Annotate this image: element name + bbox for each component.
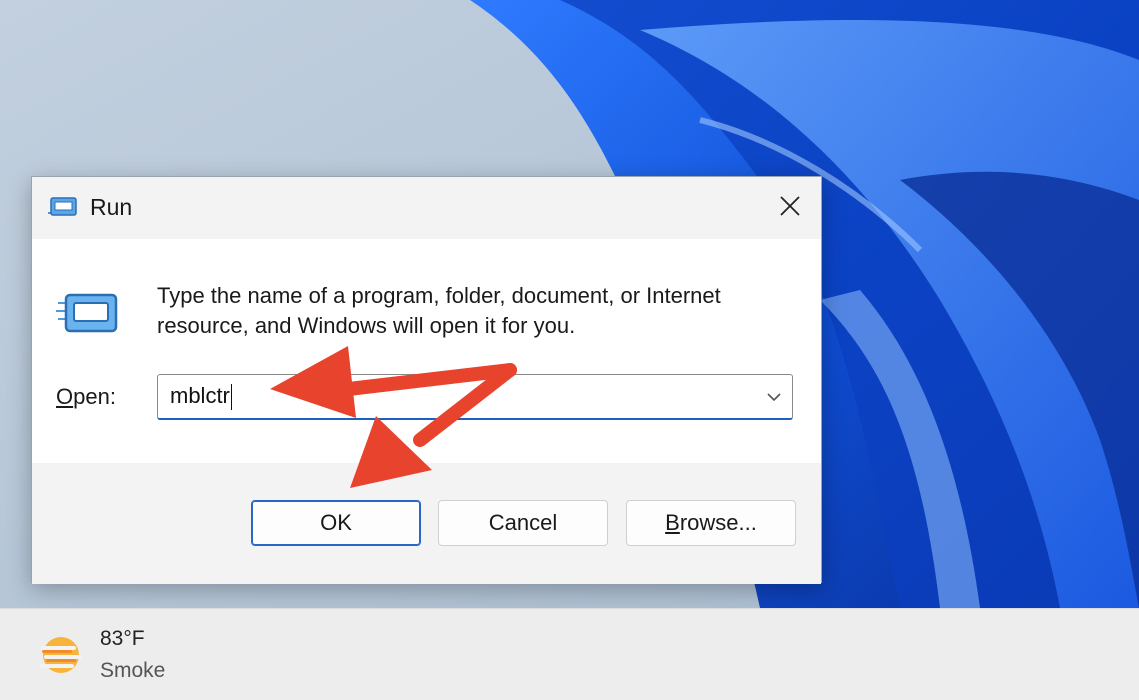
run-app-icon (48, 197, 77, 216)
run-large-icon (56, 293, 118, 333)
run-dialog: Run Type the name of a program, folder, … (31, 176, 822, 584)
open-label-accelerator: O (56, 384, 74, 409)
dialog-footer: OK Cancel Browse... (32, 463, 821, 584)
smoke-weather-icon[interactable] (38, 633, 84, 679)
text-caret (230, 384, 232, 411)
close-icon (780, 196, 800, 216)
open-input-value: mblctr (170, 383, 230, 408)
weather-temperature[interactable]: 83°F (100, 627, 145, 651)
dialog-content: Type the name of a program, folder, docu… (32, 239, 821, 463)
browse-button-label: rowse... (679, 510, 757, 535)
cancel-button[interactable]: Cancel (438, 500, 608, 546)
open-input[interactable]: mblctr (170, 383, 232, 411)
weather-condition[interactable]: Smoke (100, 659, 165, 683)
dialog-description: Type the name of a program, folder, docu… (157, 283, 721, 338)
chevron-down-icon[interactable] (764, 387, 784, 407)
open-label-text: pen: (73, 384, 116, 409)
dialog-title: Run (90, 194, 133, 220)
ok-button-label: OK (320, 510, 352, 535)
ok-button[interactable]: OK (251, 500, 421, 546)
title-bar[interactable]: Run (32, 177, 821, 239)
taskbar: 83°F Smoke (0, 608, 1139, 700)
close-button[interactable] (759, 177, 821, 235)
cancel-button-label: Cancel (488, 510, 558, 535)
browse-accelerator: B (665, 510, 680, 535)
open-label: Open: (56, 384, 116, 410)
open-combobox[interactable]: mblctr (157, 374, 793, 420)
browse-button[interactable]: Browse... (626, 500, 796, 546)
